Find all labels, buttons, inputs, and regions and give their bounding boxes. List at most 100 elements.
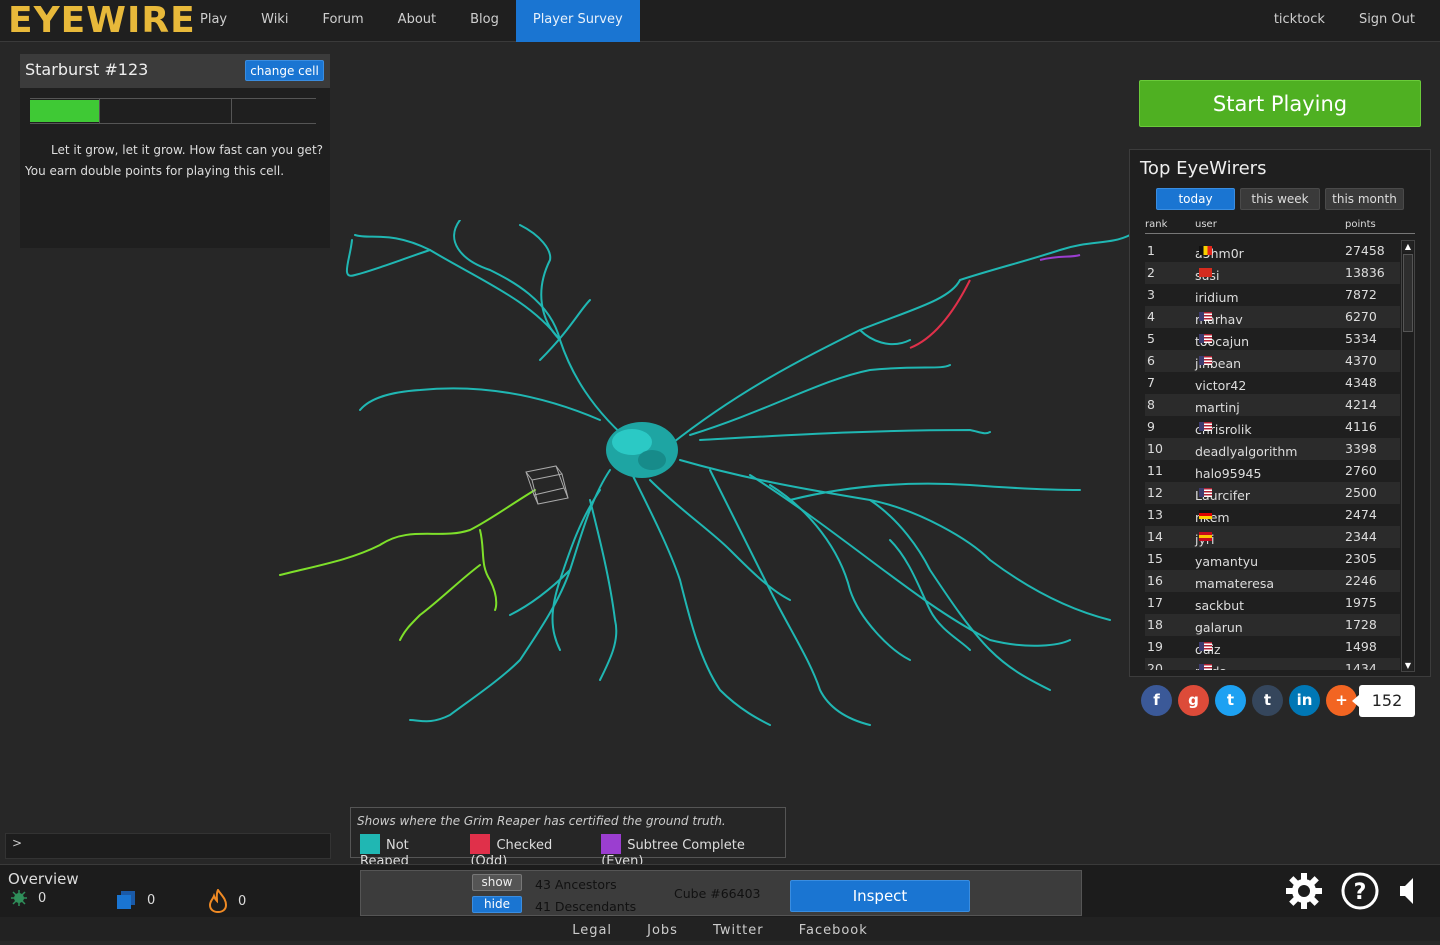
- table-row[interactable]: 1 a5hm0r 27458: [1145, 240, 1400, 262]
- neuron-branch: [789, 482, 1081, 501]
- points-cell: 2305: [1345, 551, 1377, 566]
- help-icon[interactable]: ?: [1340, 871, 1380, 911]
- eyewire-logo[interactable]: EYEWIRE: [8, 2, 196, 40]
- country-flag-icon: [1199, 246, 1212, 255]
- cell-name: Starburst #123: [25, 60, 149, 79]
- username-link[interactable]: ticktock: [1257, 0, 1342, 42]
- sound-icon[interactable]: [1396, 871, 1420, 911]
- country-flag-icon: [1199, 268, 1212, 277]
- scroll-up-arrow-icon[interactable]: ▲: [1403, 241, 1413, 252]
- table-row[interactable]: 16 mamateresa 2246: [1145, 570, 1400, 592]
- user-nav: ticktock Sign Out: [1257, 0, 1432, 42]
- table-row[interactable]: 20rinda1434: [1145, 658, 1400, 670]
- neuron-branch: [749, 474, 1071, 647]
- google-plus-icon[interactable]: g: [1178, 685, 1209, 716]
- nav-play[interactable]: Play: [183, 0, 244, 42]
- points-cell: 1434: [1345, 661, 1377, 670]
- country-flag-icon: [1199, 312, 1212, 321]
- scroll-thumb[interactable]: [1403, 254, 1413, 332]
- table-row[interactable]: 10 deadlyalgorithm 3398: [1145, 438, 1400, 460]
- leaderboard-scrollbar[interactable]: ▲ ▼: [1401, 240, 1415, 672]
- column-rank: rank: [1145, 219, 1168, 230]
- table-row[interactable]: 14jyri2344: [1145, 526, 1400, 548]
- nav-player-survey[interactable]: Player Survey: [515, 0, 640, 42]
- neuron-branch: [769, 484, 911, 661]
- start-playing-button[interactable]: Start Playing: [1139, 80, 1421, 127]
- points-cell: 7872: [1345, 287, 1377, 302]
- table-row[interactable]: 15 yamantyu 2305: [1145, 548, 1400, 570]
- nav-wiki[interactable]: Wiki: [244, 0, 305, 42]
- progress-divider: [231, 99, 232, 123]
- share-count: 152: [1352, 685, 1415, 717]
- sign-out-link[interactable]: Sign Out: [1342, 0, 1432, 42]
- tab-this-month[interactable]: this month: [1325, 188, 1404, 210]
- nav-forum[interactable]: Forum: [305, 0, 380, 42]
- country-flag-icon: [1199, 356, 1212, 365]
- points-cell: 1498: [1345, 639, 1377, 654]
- neuron-branch: [359, 387, 601, 421]
- cube-inspector: show hide 43 Ancestors 41 Descendants Cu…: [360, 870, 1082, 916]
- rank-cell: 7: [1147, 375, 1155, 390]
- overview-title: Overview: [8, 870, 79, 888]
- table-row[interactable]: 3 iridium 7872: [1145, 284, 1400, 306]
- rank-cell: 1: [1147, 243, 1155, 258]
- change-cell-button[interactable]: change cell: [245, 60, 324, 81]
- points-cell: 27458: [1345, 243, 1385, 258]
- neuron-3d-view[interactable]: [270, 220, 1130, 750]
- neuron-branch: [589, 499, 618, 681]
- cell-description: Let it grow, let it grow. How fast can y…: [25, 143, 324, 178]
- scroll-down-arrow-icon[interactable]: ▼: [1403, 660, 1413, 671]
- nav-about[interactable]: About: [381, 0, 453, 42]
- table-row[interactable]: 4 marhav 6270: [1145, 306, 1400, 328]
- facebook-icon[interactable]: f: [1141, 685, 1172, 716]
- table-row[interactable]: 12 Laurcifer 2500: [1145, 482, 1400, 504]
- rank-cell: 19: [1147, 639, 1163, 654]
- progress-divider: [99, 99, 100, 123]
- tumblr-icon[interactable]: t: [1252, 685, 1283, 716]
- leaderboard-rows[interactable]: 1a5hm0r274582susi138363iridium78724marha…: [1145, 240, 1400, 670]
- table-row[interactable]: 5 toocajun 5334: [1145, 328, 1400, 350]
- twitter-icon[interactable]: t: [1215, 685, 1246, 716]
- table-row[interactable]: 2susi13836: [1145, 262, 1400, 284]
- neuron-branch: [649, 479, 791, 601]
- table-row[interactable]: 18 galarun 1728: [1145, 614, 1400, 636]
- cell-progress-fill: [30, 100, 99, 122]
- points-cell: 2246: [1345, 573, 1377, 588]
- country-flag-icon: [1199, 510, 1212, 519]
- points-cell: 5334: [1345, 331, 1377, 346]
- table-row[interactable]: 9 chrisrolik 4116: [1145, 416, 1400, 438]
- table-row[interactable]: 13 nkem 2474: [1145, 504, 1400, 526]
- table-row[interactable]: 6 jinbean 4370: [1145, 350, 1400, 372]
- descendants-count: 41 Descendants: [535, 899, 637, 914]
- country-flag-icon: [1199, 488, 1212, 497]
- table-row[interactable]: 11 halo95945 2760: [1145, 460, 1400, 482]
- current-cube-wireframe: [525, 465, 569, 505]
- column-user: user: [1195, 219, 1217, 230]
- nav-blog[interactable]: Blog: [453, 0, 516, 42]
- cell-progress-bar: [30, 98, 316, 124]
- neuron-branch: [889, 539, 971, 651]
- cell-header: Starburst #123 change cell: [20, 54, 330, 88]
- bottom-controls: ?: [1284, 871, 1420, 911]
- neuron-branch: [699, 428, 991, 441]
- chat-console-input[interactable]: >: [5, 833, 331, 859]
- inspect-button[interactable]: Inspect: [790, 880, 970, 912]
- legend-swatch: [470, 834, 491, 854]
- rank-cell: 5: [1147, 331, 1155, 346]
- overview-stat-streak: 0: [208, 889, 246, 913]
- hide-button[interactable]: hide: [472, 896, 522, 913]
- linkedin-icon[interactable]: in: [1289, 685, 1320, 716]
- flame-icon: [208, 889, 228, 913]
- settings-gear-icon[interactable]: [1284, 871, 1324, 911]
- country-flag-icon: [1199, 532, 1212, 541]
- bottom-bar: Overview 0 0 0 show hide 43 Ancestors 41…: [0, 864, 1440, 917]
- table-row[interactable]: 7 victor42 4348: [1145, 372, 1400, 394]
- tab-today[interactable]: today: [1156, 188, 1235, 210]
- rank-cell: 16: [1147, 573, 1163, 588]
- table-row[interactable]: 8 martinj 4214: [1145, 394, 1400, 416]
- overview-stat-cubes: 0: [115, 889, 155, 911]
- show-button[interactable]: show: [472, 874, 522, 891]
- table-row[interactable]: 19ouiz1498: [1145, 636, 1400, 658]
- tab-this-week[interactable]: this week: [1240, 188, 1320, 210]
- table-row[interactable]: 17 sackbut 1975: [1145, 592, 1400, 614]
